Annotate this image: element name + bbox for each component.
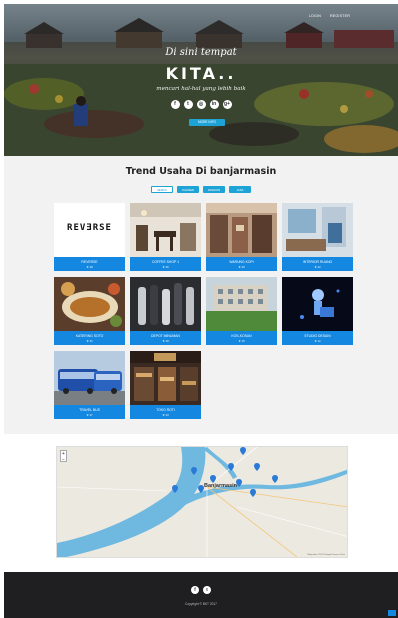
business-card[interactable]: INTERIOR RUANG ★ 22 — [282, 203, 353, 271]
business-name: COFFEE SHOP 1 — [151, 260, 180, 264]
hero-subtitle: mencari hal-hal yang lebih baik — [156, 86, 246, 92]
scroll-to-top-button[interactable] — [388, 610, 396, 616]
business-name: TRAVEL BUS — [79, 408, 100, 412]
business-name: KATERING SOTO — [75, 334, 104, 338]
business-rating: ★ 29 — [238, 265, 245, 269]
filter-tab-semua[interactable]: SEMUA — [151, 186, 173, 193]
footer: ft Copyright © BKT 2017 — [4, 572, 398, 618]
nav-register-link[interactable]: REGISTER — [330, 14, 350, 18]
business-thumbnail[interactable] — [206, 277, 277, 331]
facebook-icon[interactable]: f — [170, 100, 180, 109]
business-caption[interactable]: WARUNG KOPI ★ 29 — [206, 257, 277, 271]
nav-login-link[interactable]: LOGIN — [309, 14, 321, 18]
business-card[interactable]: COFFEE SHOP 1 ★ 36 — [130, 203, 201, 271]
business-name: KOS-KOSAN — [231, 334, 252, 338]
business-caption[interactable]: STUDIO DESAIN ★ 12 — [282, 331, 353, 345]
business-caption[interactable]: REVERSE ★ 48 — [54, 257, 125, 271]
business-rating: ★ 48 — [86, 265, 93, 269]
business-card[interactable]: TOKO ROTI ★ 33 — [130, 351, 201, 419]
hero-title: KITA.. — [165, 64, 237, 83]
trend-section: Trend Usaha Di banjarmasin SEMUA KULINER F… — [4, 156, 398, 434]
business-grid: REV∃RSE REVERSE ★ 48 COFFEE SHOP 1 ★ 36 WARUN… — [54, 203, 354, 419]
filter-tab-jasa[interactable]: JASA — [229, 186, 251, 193]
more-info-button[interactable]: MORE INFO — [189, 119, 225, 126]
business-rating: ★ 33 — [162, 413, 169, 417]
twitter-icon[interactable]: t — [203, 586, 211, 594]
business-caption[interactable]: DEPOT MINUMAN ★ 18 — [130, 331, 201, 345]
map-canvas[interactable] — [57, 447, 348, 558]
hero-banner: LOGIN REGISTER Di sini tempat KITA.. men… — [4, 4, 398, 156]
business-name: INTERIOR RUANG — [302, 260, 333, 264]
hero-social-icons: f t ◎ in g+ — [4, 100, 398, 109]
filter-tabs: SEMUA KULINER FASHION JASA — [4, 186, 398, 193]
business-thumbnail[interactable] — [54, 351, 125, 405]
business-thumbnail[interactable] — [206, 203, 277, 257]
business-thumbnail[interactable]: REV∃RSE — [54, 203, 125, 257]
business-thumbnail[interactable] — [130, 203, 201, 257]
facebook-icon[interactable]: f — [191, 586, 199, 594]
business-caption[interactable]: COFFEE SHOP 1 ★ 36 — [130, 257, 201, 271]
business-name: WARUNG KOPI — [229, 260, 254, 264]
business-thumbnail[interactable] — [54, 277, 125, 331]
business-rating: ★ 12 — [314, 339, 321, 343]
business-name: STUDIO DESAIN — [304, 334, 331, 338]
business-name: REVERSE — [81, 260, 98, 264]
business-name: TOKO ROTI — [156, 408, 175, 412]
business-thumbnail[interactable] — [130, 351, 201, 405]
business-thumbnail[interactable] — [130, 277, 201, 331]
copyright-text: Copyright © BKT 2017 — [185, 602, 217, 606]
business-card[interactable]: DEPOT MINUMAN ★ 18 — [130, 277, 201, 345]
section-title: Trend Usaha Di banjarmasin — [125, 166, 277, 177]
business-card[interactable]: KOS-KOSAN ★ 15 — [206, 277, 277, 345]
business-card[interactable]: KATERING SOTO ★ 41 — [54, 277, 125, 345]
business-caption[interactable]: KOS-KOSAN ★ 15 — [206, 331, 277, 345]
business-rating: ★ 22 — [314, 265, 321, 269]
business-card[interactable]: STUDIO DESAIN ★ 12 — [282, 277, 353, 345]
business-name: DEPOT MINUMAN — [151, 334, 180, 338]
business-caption[interactable]: TRAVEL BUS ★ 27 — [54, 405, 125, 419]
business-thumbnail[interactable] — [282, 203, 353, 257]
hero-tagline: Di sini tempat — [165, 47, 237, 58]
footer-social-icons: ft — [4, 586, 398, 594]
linkedin-icon[interactable]: in — [209, 100, 219, 109]
map-attribution[interactable]: Map data ©2017 Google Terms of Use — [308, 554, 345, 556]
zoom-out-button[interactable]: − — [61, 457, 66, 463]
top-nav: LOGIN REGISTER — [309, 14, 350, 18]
business-caption[interactable]: KATERING SOTO ★ 41 — [54, 331, 125, 345]
business-rating: ★ 15 — [238, 339, 245, 343]
business-rating: ★ 18 — [162, 339, 169, 343]
instagram-icon[interactable]: ◎ — [196, 100, 206, 109]
twitter-icon[interactable]: t — [183, 100, 193, 109]
business-caption[interactable]: INTERIOR RUANG ★ 22 — [282, 257, 353, 271]
map-zoom-control: + − — [60, 450, 67, 463]
business-card[interactable]: WARUNG KOPI ★ 29 — [206, 203, 277, 271]
map[interactable]: + − Banjarmasin Map data ©2017 Google Te… — [56, 446, 348, 558]
business-caption[interactable]: TOKO ROTI ★ 33 — [130, 405, 201, 419]
map-city-label: Banjarmasin — [204, 483, 238, 489]
business-card[interactable]: REV∃RSE REVERSE ★ 48 — [54, 203, 125, 271]
filter-tab-kuliner[interactable]: KULINER — [177, 186, 199, 193]
business-rating: ★ 36 — [162, 265, 169, 269]
business-card[interactable]: TRAVEL BUS ★ 27 — [54, 351, 125, 419]
filter-tab-fashion[interactable]: FASHION — [203, 186, 225, 193]
google-plus-icon[interactable]: g+ — [222, 100, 232, 109]
business-rating: ★ 41 — [86, 339, 93, 343]
business-rating: ★ 27 — [86, 413, 93, 417]
reverse-logo: REV∃RSE — [67, 223, 112, 233]
business-thumbnail[interactable] — [282, 277, 353, 331]
